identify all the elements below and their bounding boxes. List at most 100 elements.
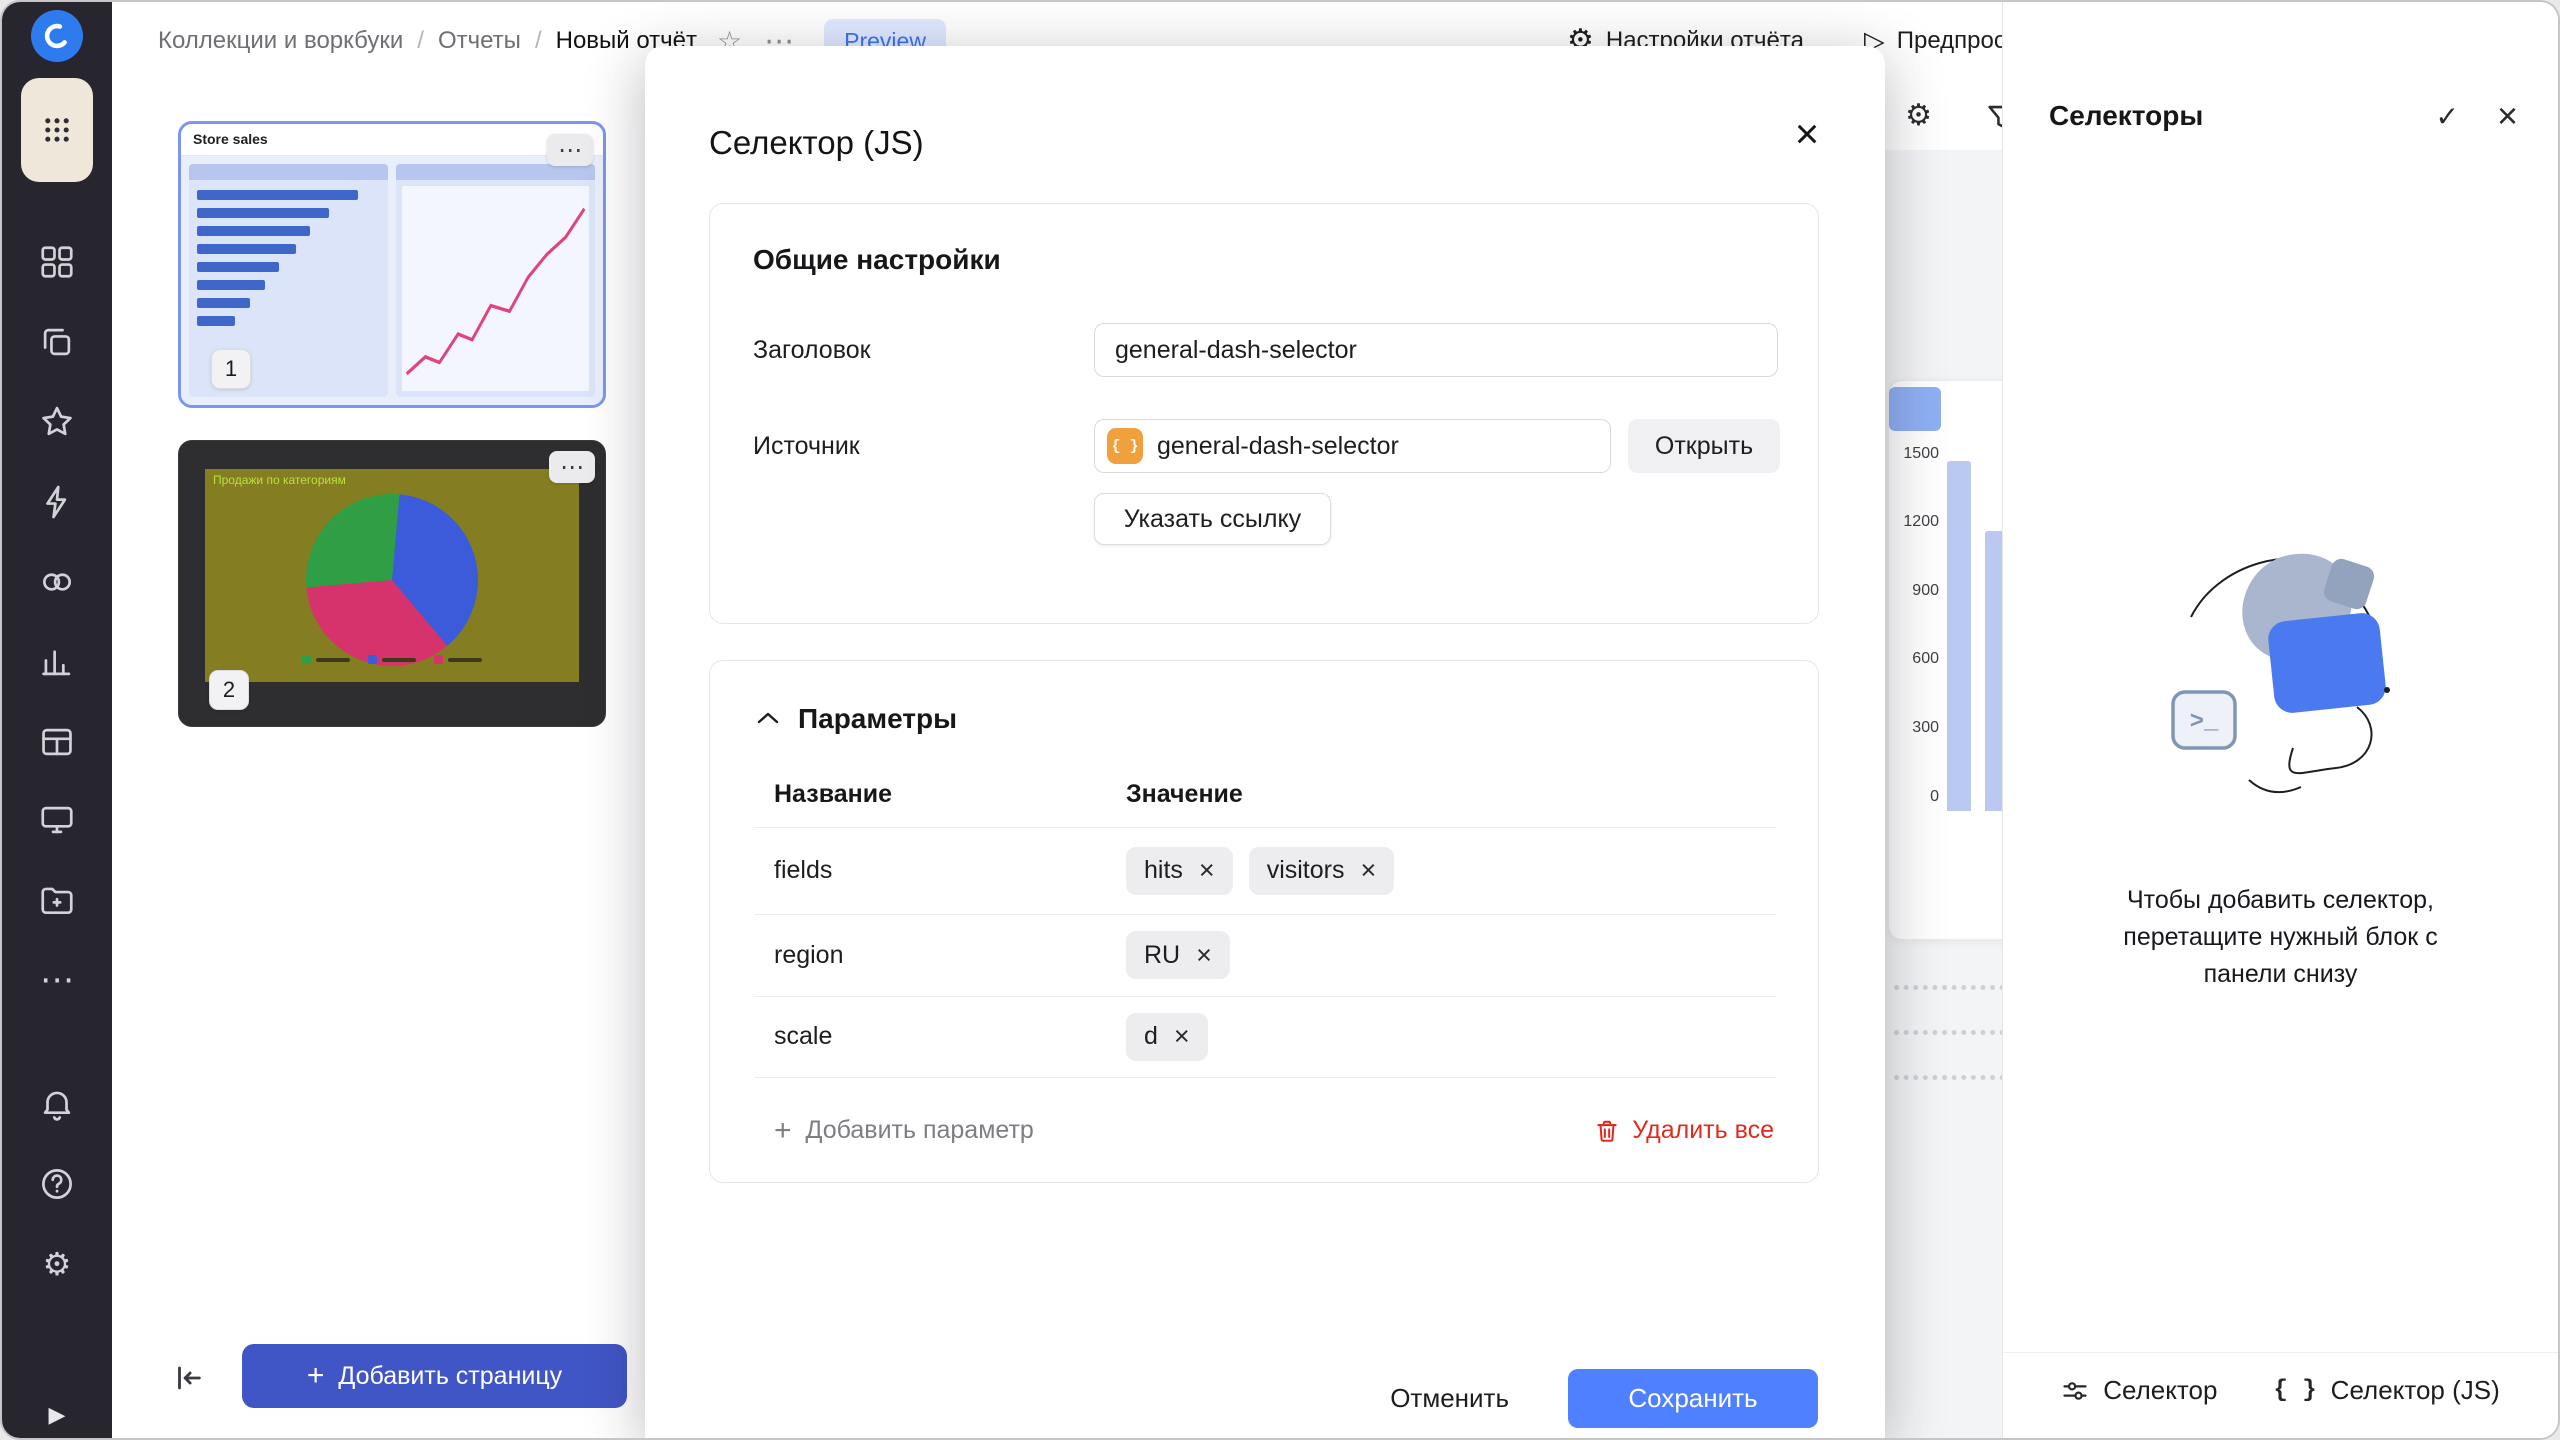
ellipsis-icon: ⋯	[40, 963, 74, 997]
param-values: RU ×	[1126, 931, 1230, 979]
sidebar-item-notifications[interactable]	[35, 1082, 79, 1126]
funnel-icon[interactable]	[1984, 100, 2002, 134]
selectors-panel-title: Селекторы	[2049, 100, 2203, 132]
selectors-panel: Селекторы ✓ × >_ Чтобы добавить селектор…	[2002, 2, 2558, 1438]
sidebar-item-charts[interactable]	[35, 640, 79, 684]
breadcrumb-separator: /	[535, 27, 542, 55]
app-switcher[interactable]	[21, 78, 93, 182]
collapse-left-icon	[171, 1361, 205, 1395]
parameters-heading: Параметры	[798, 703, 957, 735]
breadcrumb-reports[interactable]: Отчеты	[438, 27, 521, 55]
breadcrumb-collections[interactable]: Коллекции и воркбуки	[158, 27, 403, 55]
thumb2-legend	[302, 655, 482, 664]
thumb1-chart-header	[189, 164, 388, 180]
page-number-badge: 1	[211, 349, 251, 389]
value-chip[interactable]: RU ×	[1126, 931, 1230, 979]
page-thumbnail-1[interactable]: Store sales	[178, 121, 606, 408]
plus-icon: +	[774, 1116, 792, 1146]
sidebar-item-files[interactable]	[35, 878, 79, 922]
general-settings-heading: Общие настройки	[753, 244, 1001, 276]
param-values: hits × visitors ×	[1126, 847, 1394, 895]
page-number: 2	[223, 677, 235, 703]
sidebar-item-dashboards[interactable]	[35, 240, 79, 284]
sidebar-item-datasets[interactable]	[35, 720, 79, 764]
column-name: Название	[754, 780, 1126, 809]
value-chip[interactable]: hits ×	[1126, 847, 1233, 895]
sidebar-item-relations[interactable]	[35, 560, 79, 604]
gear-icon[interactable]: ⚙	[1905, 98, 1932, 133]
thumb2-menu-button[interactable]: ⋯	[549, 451, 595, 483]
close-icon[interactable]: ×	[2497, 98, 2518, 134]
ellipsis-icon: ⋯	[560, 453, 584, 482]
sidebar-item-connections[interactable]	[35, 480, 79, 524]
param-values: d ×	[1126, 1013, 1208, 1061]
drop-placeholder	[1894, 1075, 2002, 1080]
thumb1-bars	[189, 180, 388, 336]
open-button[interactable]: Открыть	[1628, 419, 1780, 473]
dialog-title: Селектор (JS)	[709, 124, 924, 162]
thumb1-line-chart	[396, 164, 595, 397]
column-value: Значение	[1126, 780, 1243, 809]
star-icon	[38, 403, 76, 441]
page-thumbnail-2[interactable]: Продажи по категориям ⋯ 2	[178, 440, 606, 727]
add-parameter-label: Добавить параметр	[806, 1116, 1034, 1145]
chip-label: d	[1144, 1022, 1158, 1051]
apply-check-icon[interactable]: ✓	[2436, 100, 2459, 133]
thumb1-menu-button[interactable]: ⋯	[547, 134, 593, 166]
parameters-table-header: Название Значение	[754, 761, 1776, 827]
parameters-footer: + Добавить параметр Удалить все	[754, 1077, 1776, 1184]
source-field-label: Источник	[753, 432, 860, 461]
drop-placeholder	[1894, 1030, 2002, 1035]
sidebar-item-settings[interactable]: ⚙	[35, 1242, 79, 1286]
chip-label: hits	[1144, 856, 1183, 885]
cancel-button[interactable]: Отменить	[1354, 1369, 1545, 1428]
delete-all-button[interactable]: Удалить все	[1594, 1116, 1776, 1145]
save-button[interactable]: Сохранить	[1568, 1369, 1818, 1428]
chart-widget[interactable]: 1500 1200 900 600 300 0	[1888, 380, 2002, 940]
question-circle-icon	[38, 1165, 76, 1203]
sidebar-play-icon[interactable]: ▶	[49, 1402, 66, 1428]
chip-remove-icon[interactable]: ×	[1360, 857, 1376, 884]
title-input[interactable]	[1094, 323, 1778, 377]
folder-plus-icon	[38, 881, 76, 919]
title-field-label: Заголовок	[753, 336, 871, 365]
axis-tick: 300	[1895, 719, 1939, 737]
chip-remove-icon[interactable]: ×	[1199, 857, 1215, 884]
set-link-button[interactable]: Указать ссылку	[1094, 493, 1331, 545]
param-row-scale: scale d ×	[754, 996, 1776, 1077]
source-input[interactable]: { } general-dash-selector	[1094, 419, 1611, 473]
sidebar-item-more[interactable]: ⋯	[35, 958, 79, 1002]
chip-remove-icon[interactable]: ×	[1174, 1023, 1190, 1050]
param-row-region: region RU ×	[754, 914, 1776, 996]
add-parameter-button[interactable]: + Добавить параметр	[754, 1116, 1034, 1146]
bell-icon	[38, 1085, 76, 1123]
terminal-icon: >_	[2189, 709, 2218, 736]
value-chip[interactable]: d ×	[1126, 1013, 1208, 1061]
chevron-up-icon[interactable]	[756, 711, 780, 725]
linked-circles-icon	[38, 563, 76, 601]
add-page-button[interactable]: + Добавить страницу	[242, 1344, 627, 1408]
param-name: fields	[754, 856, 1126, 885]
sidebar-item-help[interactable]	[35, 1162, 79, 1206]
sidebar-item-monitoring[interactable]	[35, 798, 79, 842]
datalens-logo[interactable]	[31, 10, 83, 62]
sidebar-item-collections[interactable]	[35, 320, 79, 364]
value-chip[interactable]: visitors ×	[1249, 847, 1395, 895]
axis-tick: 1200	[1895, 513, 1939, 531]
collapse-panel-button[interactable]	[160, 1350, 216, 1406]
thumb1-title: Store sales	[193, 131, 268, 147]
selector-js-dialog: Селектор (JS) × Общие настройки Заголово…	[645, 46, 1885, 1438]
sidebar-item-favorites[interactable]	[35, 400, 79, 444]
axis-tick: 1500	[1895, 445, 1939, 463]
grid-dots-icon	[40, 113, 74, 147]
delete-all-label: Удалить все	[1632, 1116, 1774, 1145]
selector-block[interactable]: Селектор	[2061, 1375, 2217, 1406]
close-icon[interactable]: ×	[1785, 112, 1829, 156]
selectors-panel-header: Селекторы ✓ ×	[2049, 98, 2518, 134]
line-series-icon	[402, 186, 589, 391]
bar-chart-icon	[38, 643, 76, 681]
general-settings-card: Общие настройки Заголовок Источник { } g…	[709, 203, 1819, 624]
selector-js-block[interactable]: { } Селектор (JS)	[2273, 1375, 2499, 1406]
chip-remove-icon[interactable]: ×	[1196, 942, 1212, 969]
breadcrumb-separator: /	[417, 27, 424, 55]
